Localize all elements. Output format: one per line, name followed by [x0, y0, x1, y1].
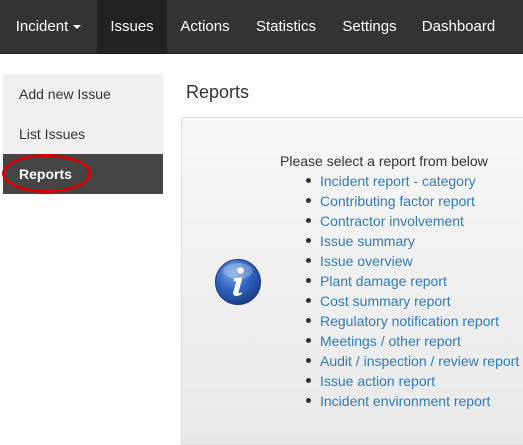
report-link[interactable]: Regulatory notification report [320, 313, 499, 329]
bullet-icon [306, 378, 311, 383]
report-intro-text: Please select a report from below [280, 153, 488, 169]
report-link[interactable]: Issue summary [320, 233, 415, 249]
sidebar-item-add-new-issue[interactable]: Add new Issue [3, 74, 163, 114]
list-item: Regulatory notification report [300, 312, 519, 332]
nav-settings-label: Settings [342, 18, 397, 35]
report-link[interactable]: Contributing factor report [320, 193, 475, 209]
bullet-icon [306, 198, 311, 203]
report-list: Incident report - category Contributing … [300, 172, 519, 412]
list-item: Issue action report [300, 372, 519, 392]
nav-actions-label: Actions [180, 18, 230, 35]
sidebar-item-list-issues[interactable]: List Issues [3, 114, 163, 154]
nav-statistics-label: Statistics [255, 18, 316, 35]
list-item: Meetings / other report [300, 332, 519, 352]
bullet-icon [306, 218, 311, 223]
bullet-icon [306, 178, 311, 183]
incident-dropdown[interactable]: Incident [0, 0, 97, 53]
report-link[interactable]: Plant damage report [320, 273, 447, 289]
bullet-icon [306, 358, 311, 363]
sidebar-item-reports[interactable]: Reports [3, 154, 163, 194]
list-item: Cost summary report [300, 292, 519, 312]
bullet-icon [306, 258, 311, 263]
nav-actions[interactable]: Actions [167, 0, 243, 53]
bullet-icon [306, 338, 311, 343]
report-link[interactable]: Incident environment report [320, 393, 490, 409]
sidebar-item-label: Add new Issue [19, 86, 111, 102]
list-item: Audit / inspection / review report [300, 352, 519, 372]
list-item: Plant damage report [300, 272, 519, 292]
nav-issues[interactable]: Issues [97, 0, 167, 53]
sidebar-item-label: Reports [19, 166, 72, 182]
list-item: Contractor involvement [300, 212, 519, 232]
list-item: Incident report - category [300, 172, 519, 192]
list-item: Contributing factor report [300, 192, 519, 212]
list-item: Issue summary [300, 232, 519, 252]
nav-issues-label: Issues [110, 18, 154, 35]
list-item: Incident environment report [300, 392, 519, 412]
page-title: Reports [186, 82, 250, 102]
report-link[interactable]: Issue action report [320, 373, 435, 389]
report-link[interactable]: Audit / inspection / review report [320, 353, 519, 369]
sidebar: Add new Issue List Issues Reports [3, 74, 163, 194]
info-icon [215, 259, 261, 305]
bullet-icon [306, 298, 311, 303]
report-link[interactable]: Issue overview [320, 253, 413, 269]
top-navbar: Incident Issues Actions Statistics Setti… [0, 0, 523, 54]
nav-statistics[interactable]: Statistics [243, 0, 329, 53]
report-link[interactable]: Meetings / other report [320, 333, 461, 349]
bullet-icon [306, 238, 311, 243]
nav-dashboard-label: Dashboard [421, 18, 496, 35]
nav-settings[interactable]: Settings [329, 0, 410, 53]
bullet-icon [306, 318, 311, 323]
list-item: Issue overview [300, 252, 519, 272]
incident-dropdown-label: Incident [15, 18, 69, 35]
nav-dashboard[interactable]: Dashboard [410, 0, 507, 53]
bullet-icon [306, 398, 311, 403]
report-link[interactable]: Cost summary report [320, 293, 451, 309]
sidebar-item-label: List Issues [19, 126, 86, 142]
report-link[interactable]: Incident report - category [320, 173, 476, 189]
report-link[interactable]: Contractor involvement [320, 213, 464, 229]
bullet-icon [306, 278, 311, 283]
caret-down-icon [73, 25, 82, 30]
